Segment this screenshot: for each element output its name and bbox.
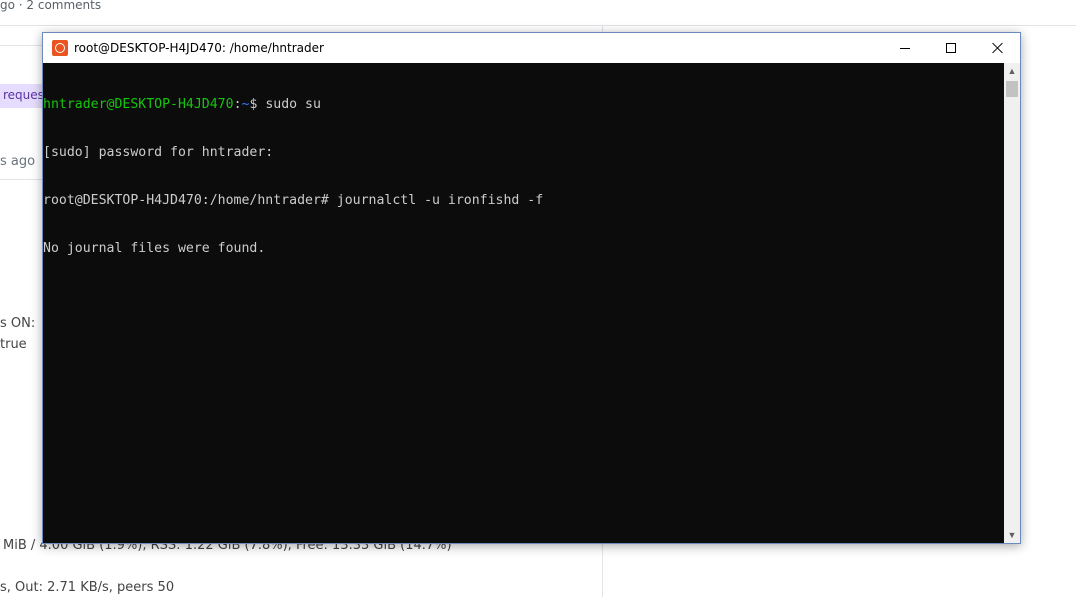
scroll-down-icon[interactable]: ▼ <box>1004 527 1020 543</box>
scrollbar-thumb[interactable] <box>1006 81 1018 97</box>
console-line: [sudo] password for hntrader: <box>43 145 274 160</box>
setting-value: true <box>0 337 27 352</box>
maximize-button[interactable] <box>928 33 974 63</box>
close-icon <box>991 42 1003 54</box>
minimize-icon <box>900 47 910 49</box>
maximize-icon <box>946 43 956 53</box>
console-line: hntrader@DESKTOP-H4JD470:~$ sudo su <box>43 97 1004 113</box>
network-stats: s, Out: 2.71 KB/s, peers 50 <box>0 580 175 595</box>
close-button[interactable] <box>974 33 1020 63</box>
vertical-scrollbar[interactable]: ▲ ▼ <box>1004 63 1020 543</box>
divider <box>0 45 42 46</box>
page-header <box>0 0 1076 26</box>
prompt-colon: : <box>233 97 242 112</box>
console-line: No journal files were found. <box>43 241 266 256</box>
console-line: root@DESKTOP-H4JD470:/home/hntrader# jou… <box>43 193 544 208</box>
prompt-command: $ sudo su <box>249 97 321 112</box>
window-controls <box>882 33 1020 63</box>
title-bar[interactable]: root@DESKTOP-H4JD470: /home/hntrader <box>43 33 1020 63</box>
timestamp: s ago <box>0 154 36 169</box>
window-title: root@DESKTOP-H4JD470: /home/hntrader <box>74 41 324 55</box>
scroll-up-icon[interactable]: ▲ <box>1004 63 1020 79</box>
label-badge[interactable]: request <box>0 84 44 108</box>
minimize-button[interactable] <box>882 33 928 63</box>
prompt-user: hntrader@DESKTOP-H4JD470 <box>43 97 234 112</box>
setting-label: s ON: <box>0 316 36 331</box>
terminal-window[interactable]: root@DESKTOP-H4JD470: /home/hntrader hnt… <box>42 32 1021 544</box>
ubuntu-icon[interactable] <box>52 40 68 56</box>
comment-meta[interactable]: go · 2 comments <box>0 0 101 12</box>
console-output[interactable]: hntrader@DESKTOP-H4JD470:~$ sudo su [sud… <box>43 63 1004 543</box>
